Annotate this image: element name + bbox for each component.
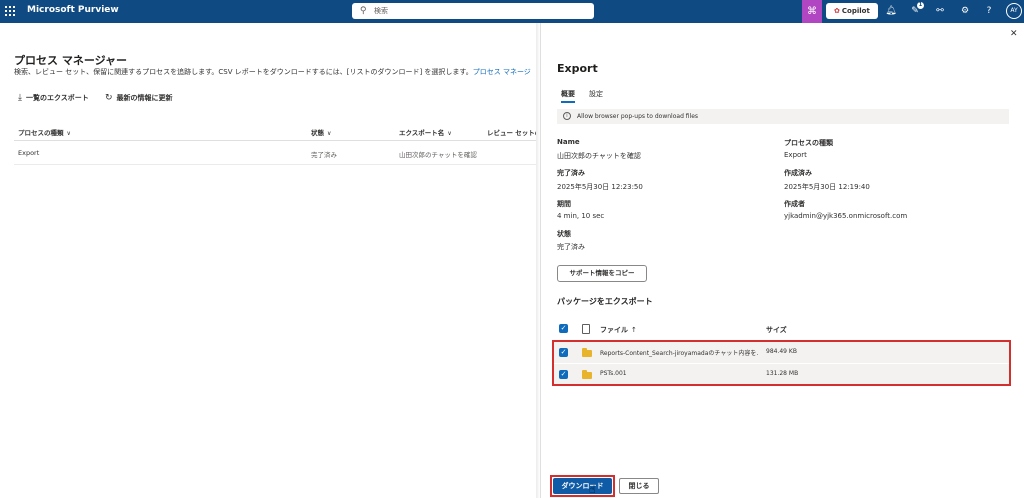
app-name[interactable]: Microsoft Purview [27, 5, 119, 15]
column-header-process-type[interactable]: プロセスの種類 ∨ [18, 127, 71, 137]
chevron-down-icon: ∨ [66, 130, 71, 137]
process-type-value: Export [784, 151, 807, 159]
page-description: 検索、レビュー セット、保留に関連するプロセスを追跡します。CSV レポートをダ… [14, 67, 536, 77]
description-text: 検索、レビュー セット、保留に関連するプロセスを追跡します。CSV レポートをダ… [14, 68, 473, 76]
search-placeholder: 検索 [374, 7, 388, 15]
copilot-icon: ✿ [834, 7, 840, 15]
highlight-annotation [552, 340, 1011, 386]
active-tab-indicator [561, 101, 575, 103]
close-icon[interactable]: ✕ [1010, 29, 1018, 39]
name-label: Name [557, 138, 580, 146]
column-header-review-set[interactable]: レビュー セットの [487, 127, 536, 137]
name-value: 山田次郎のチャットを確認 [557, 152, 641, 160]
table-cell-process-type[interactable]: Export [18, 149, 39, 157]
created-label: 作成済み [784, 169, 812, 177]
search-input[interactable]: ⚲ 検索 [352, 3, 594, 19]
completed-value: 2025年5月30日 12:23:50 [557, 183, 643, 191]
row-divider [14, 164, 536, 165]
completed-label: 完了済み [557, 169, 585, 177]
app-launcher-icon[interactable] [5, 6, 15, 16]
info-message: Allow browser pop-ups to download files [577, 113, 699, 120]
export-list-label: 一覧のエクスポート [25, 94, 89, 102]
hand-cursor-icon: ☝ [589, 483, 596, 496]
document-icon [582, 324, 590, 334]
column-header-label: レビュー セットの [487, 129, 536, 137]
created-value: 2025年5月30日 12:19:40 [784, 183, 870, 191]
notification-badge: 1 [917, 2, 924, 9]
search-icon: ⚲ [360, 6, 367, 16]
connections-icon[interactable]: ⚯ [933, 4, 947, 18]
export-details-panel [540, 23, 1024, 498]
size-column-header[interactable]: サイズ [766, 325, 787, 335]
info-message-bar: i Allow browser pop-ups to download file… [557, 109, 1009, 124]
duration-label: 期間 [557, 200, 571, 208]
column-header-export-name[interactable]: エクスポート名 ∨ [399, 127, 452, 137]
status-label: 状態 [557, 230, 571, 238]
chevron-down-icon: ∨ [447, 130, 452, 137]
refresh-icon: ↻ [105, 93, 113, 103]
feature-icon[interactable]: ⌘ [802, 0, 822, 23]
column-header-label: プロセスの種類 [18, 129, 64, 137]
page-title: プロセス マネージャー [14, 54, 128, 67]
export-list-button[interactable]: ⤓ 一覧のエクスポート [18, 93, 89, 103]
close-button[interactable]: 閉じる [619, 478, 659, 494]
info-icon: i [563, 112, 571, 120]
file-header-label: ファイル [600, 326, 628, 334]
help-icon[interactable]: ? [982, 4, 996, 18]
export-package-title: パッケージをエクスポート [557, 297, 653, 306]
learn-more-link[interactable]: プロセス マネージ [473, 68, 531, 76]
creator-value: yjkadmin@yjk365.onmicrosoft.com [784, 212, 908, 220]
creator-label: 作成者 [784, 200, 805, 208]
avatar[interactable]: AY [1006, 3, 1022, 19]
copilot-button[interactable]: ✿ Copilot [826, 3, 878, 19]
tab-summary[interactable]: 概要 [561, 89, 575, 99]
column-header-status[interactable]: 状態 ∨ [311, 127, 331, 137]
table-cell-status: 完了済み [311, 151, 337, 159]
select-all-checkbox[interactable]: ✓ [559, 324, 568, 333]
panel-title: Export [557, 62, 598, 75]
download-highlight-annotation [550, 475, 615, 497]
refresh-label: 最新の情報に更新 [116, 94, 173, 102]
sort-ascending-icon: ↑ [631, 326, 637, 334]
duration-value: 4 min, 10 sec [557, 212, 605, 220]
table-cell-export-name: 山田次郎のチャットを確認 [399, 151, 477, 159]
bell-icon[interactable]: 🔔︎ [884, 4, 898, 18]
gear-icon[interactable]: ⚙ [958, 4, 972, 18]
column-header-label: 状態 [311, 129, 324, 137]
refresh-button[interactable]: ↻ 最新の情報に更新 [105, 93, 173, 103]
tab-settings[interactable]: 設定 [589, 89, 603, 99]
copy-support-info-button[interactable]: サポート情報をコピー [557, 265, 647, 282]
chevron-down-icon: ∨ [327, 130, 332, 137]
file-column-header[interactable]: ファイル ↑ [600, 325, 637, 335]
download-icon: ⤓ [18, 93, 22, 103]
column-header-label: エクスポート名 [399, 129, 445, 137]
top-bar: Microsoft Purview ⚲ 検索 ⌘ ✿ Copilot 🔔︎ ✎ 1… [0, 0, 1024, 23]
process-type-label: プロセスの種類 [784, 139, 833, 147]
copilot-label: Copilot [841, 7, 870, 15]
status-value: 完了済み [557, 243, 585, 251]
header-divider [14, 140, 536, 141]
